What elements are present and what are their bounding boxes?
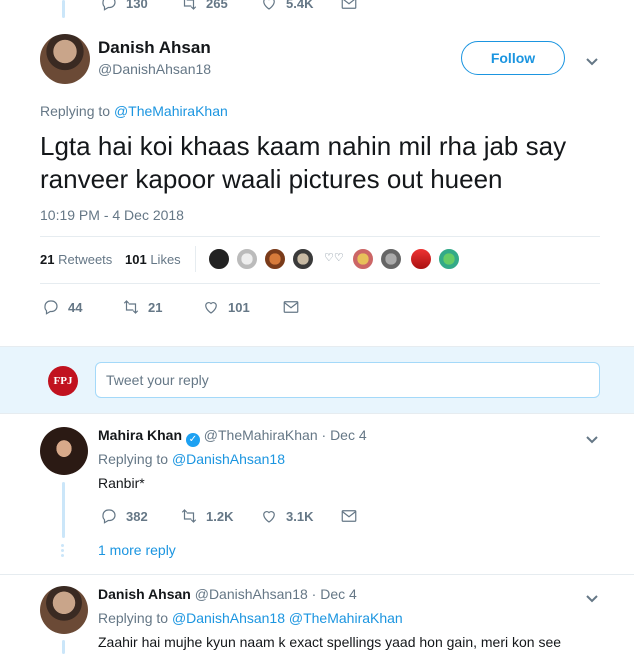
tweet-text: Lgta hai koi khaas kaam nahin mil rha ja… [40,130,620,196]
replying-handle-link[interactable]: @DanishAhsan18 [172,451,285,467]
likes-count: 101 [125,252,147,267]
retweet-icon [123,300,139,314]
retweet-icon [183,0,197,10]
retweet-action[interactable]: 1.2K [180,507,233,525]
heart-icon: ♡♡ [324,252,344,264]
dm-action[interactable] [340,0,358,12]
heart-icon [205,302,217,314]
like-action[interactable]: 3.1K [260,507,313,525]
like-action[interactable]: 101 [202,298,250,316]
retweet-count: 1.2K [206,508,234,524]
reply-text: Ranbir* [98,475,145,491]
like-action[interactable]: 5.4K [260,0,313,12]
tweet-text-line1: Lgta hai koi khaas kaam nahin mil rha ja… [40,131,567,161]
stats-separator [195,246,196,272]
liker-avatar[interactable] [264,248,286,270]
follow-button[interactable]: Follow [461,41,565,75]
reply-input[interactable]: Tweet your reply [95,362,600,398]
reply-header: Danish Ahsan @DanishAhsan18 · Dec 4 [98,586,357,602]
reply-action[interactable]: 44 [42,298,82,316]
author-name[interactable]: Mahira Khan [98,427,182,443]
thread-line [62,640,65,654]
liker-avatar[interactable] [208,248,230,270]
retweet-count: 21 [148,299,163,315]
author-handle[interactable]: @DanishAhsan18 [98,61,211,77]
retweet-action[interactable]: 265 [180,0,228,12]
more-replies-dots [61,544,65,558]
like-stats[interactable]: 101 Likes [125,252,181,267]
reply-action[interactable]: 130 [100,0,148,12]
dm-action[interactable] [340,507,358,525]
composer-avatar: FPJ [48,366,78,396]
likes-label: Likes [150,252,181,267]
liker-avatar[interactable] [410,248,432,270]
liker-avatar[interactable] [352,248,374,270]
thread-line-top [62,0,65,18]
reply-action[interactable]: 382 [100,507,148,525]
composer-avatar-logo: FPJ [53,375,73,387]
avatar[interactable] [40,34,90,84]
author-name[interactable]: Danish Ahsan [98,586,191,602]
reply-count: 44 [68,299,83,315]
tweet-timestamp[interactable]: 10:19 PM - 4 Dec 2018 [40,207,184,223]
reply-divider [0,574,634,575]
avatar[interactable] [40,427,88,475]
envelope-icon [283,301,299,313]
retweet-count: 265 [206,0,228,11]
reply-text: Zaahir hai mujhe kyun naam k exact spell… [98,634,562,650]
retweet-icon [181,509,197,523]
liker-avatar[interactable] [438,248,460,270]
like-count: 5.4K [286,0,314,11]
replying-to: Replying to @TheMahiraKhan [40,103,228,119]
author-name[interactable]: Danish Ahsan [98,38,211,58]
reply-icon [44,300,58,315]
reply-icon [102,0,116,11]
chevron-down-icon[interactable] [585,432,599,444]
heart-icon [263,0,275,10]
reply-icon [102,509,116,524]
chevron-down-icon[interactable] [585,591,599,603]
reply-input-placeholder: Tweet your reply [106,372,209,388]
dm-action[interactable] [282,298,300,316]
more-replies-link[interactable]: 1 more reply [98,542,176,558]
envelope-icon [341,510,357,522]
like-count: 101 [228,299,250,315]
liker-avatar[interactable] [292,248,314,270]
retweets-count: 21 [40,252,55,267]
replying-to: Replying to @DanishAhsan18 @TheMahiraKha… [98,610,403,626]
reply-count: 130 [126,0,148,11]
verified-badge-icon: ✓ [185,433,200,447]
reply-count: 382 [126,508,148,524]
stats-divider-bottom [40,283,600,284]
retweets-label: Retweets [58,252,113,267]
like-count: 3.1K [286,508,314,524]
author-handle-date[interactable]: @TheMahiraKhan · Dec 4 [204,427,367,443]
liker-avatar[interactable] [380,248,402,270]
avatar[interactable] [40,586,88,634]
tweet-text-line2: ranveer kapoor waali pictures out hueen [40,164,503,194]
replying-handle-link[interactable]: @DanishAhsan18 @TheMahiraKhan [172,610,403,626]
retweet-action[interactable]: 21 [122,298,162,316]
replying-handle-link[interactable]: @TheMahiraKhan [114,103,228,119]
liker-avatar[interactable] [236,248,258,270]
chevron-down-icon[interactable] [585,54,599,66]
retweet-stats[interactable]: 21 Retweets [40,252,112,267]
heart-icon [263,511,275,523]
reply-header: Mahira Khan ✓ @TheMahiraKhan · Dec 4 [98,427,367,447]
author-handle-date[interactable]: @DanishAhsan18 · Dec 4 [195,586,357,602]
thread-line [62,482,65,538]
replying-to: Replying to @DanishAhsan18 [98,451,285,467]
envelope-icon [341,0,357,9]
stats-divider-top [40,236,600,237]
